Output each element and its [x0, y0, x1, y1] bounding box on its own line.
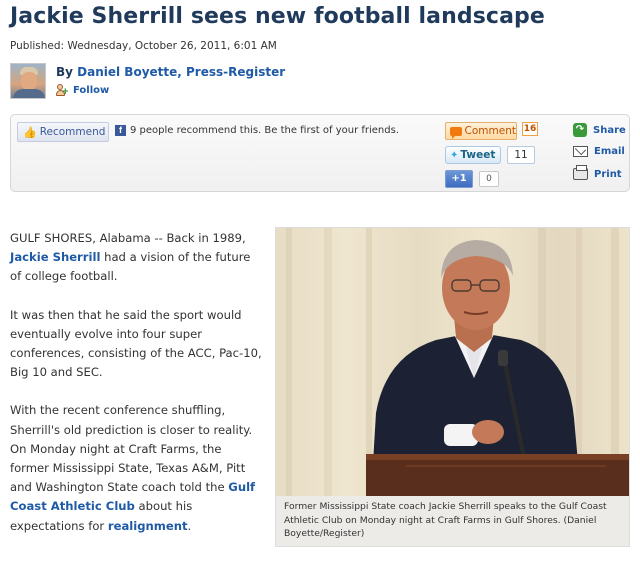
print-link[interactable]: Print — [573, 165, 622, 180]
paragraph-3: With the recent conference shuffling, Sh… — [10, 403, 256, 533]
paragraph-1: GULF SHORES, Alabama -- Back in 1989, Ja… — [10, 231, 251, 284]
thumbs-up-icon: 👍 — [23, 125, 37, 139]
share-icon: ↷ — [573, 123, 587, 137]
twitter-bird-icon: ✦ — [450, 149, 459, 161]
email-icon — [573, 146, 588, 157]
realignment-link[interactable]: realignment — [108, 519, 188, 533]
follow-link[interactable]: + Follow — [56, 84, 109, 97]
article-body: GULF SHORES, Alabama -- Back in 1989, Ja… — [10, 229, 262, 555]
paragraph-2: It was then that he said the sport would… — [10, 307, 262, 380]
comment-bubble-icon — [450, 126, 462, 139]
photo-figure: Former Mississippi State coach Jackie Sh… — [275, 227, 630, 547]
photo-caption: Former Mississippi State coach Jackie Sh… — [284, 501, 607, 540]
plusone-button[interactable]: +1 — [445, 170, 473, 188]
facebook-recommend-text: f 9 people recommend this. Be the first … — [115, 125, 399, 136]
jackie-sherrill-link[interactable]: Jackie Sherrill — [10, 250, 100, 264]
byline-prefix: By — [56, 65, 78, 79]
comment-button[interactable]: Comment — [445, 122, 517, 140]
email-link[interactable]: Email — [573, 146, 625, 157]
published-date: Published: Wednesday, October 26, 2011, … — [10, 40, 277, 52]
recommend-count-text: 9 people recommend this. Be the first of… — [130, 125, 399, 136]
byline: By Daniel Boyette, Press-Register — [56, 65, 285, 79]
facebook-recommend-button[interactable]: 👍 Recommend — [17, 122, 109, 142]
recommend-label: Recommend — [39, 126, 106, 138]
tweet-count: 11 — [507, 146, 535, 164]
author-link[interactable]: Daniel Boyette, Press-Register — [77, 65, 285, 79]
share-label: Share — [593, 124, 626, 136]
email-label: Email — [594, 146, 625, 157]
follow-icon: + — [56, 84, 69, 97]
tweet-label: Tweet — [460, 149, 496, 161]
article-photo[interactable] — [276, 228, 629, 496]
facebook-icon: f — [115, 125, 126, 136]
print-label: Print — [594, 168, 622, 180]
print-icon — [573, 165, 588, 180]
follow-label: Follow — [73, 85, 110, 96]
social-toolbar: 👍 Recommend f 9 people recommend this. B… — [10, 114, 630, 192]
comment-label: Comment — [464, 125, 516, 137]
plusone-count: 0 — [479, 171, 499, 187]
comment-count[interactable]: 16 — [522, 122, 538, 136]
tweet-button[interactable]: ✦ Tweet — [445, 146, 501, 164]
article-headline: Jackie Sherrill sees new football landsc… — [10, 4, 545, 29]
author-photo[interactable] — [10, 63, 46, 99]
share-link[interactable]: ↷ Share — [573, 123, 626, 137]
